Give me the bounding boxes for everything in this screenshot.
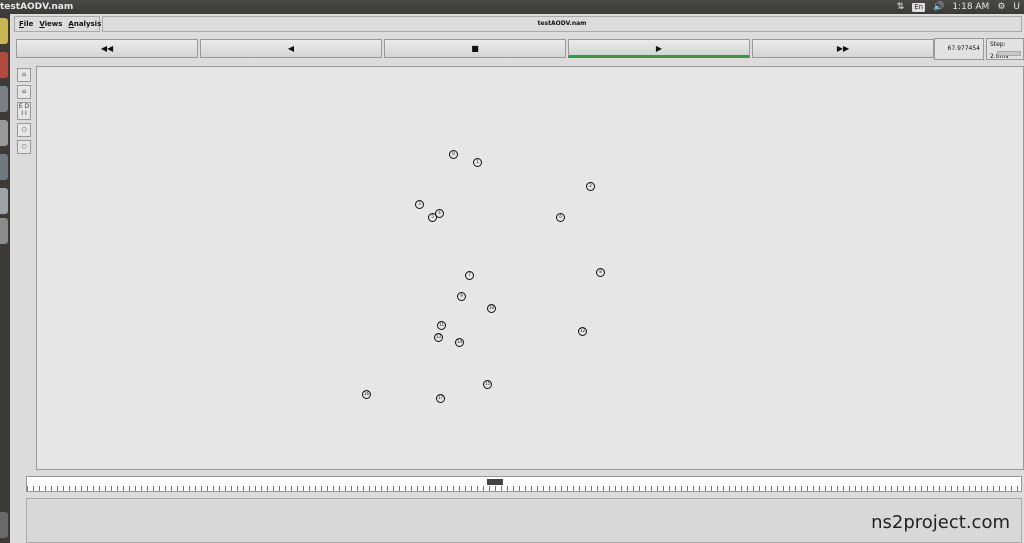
keyboard-layout-indicator[interactable]: En (912, 2, 926, 12)
back-button[interactable]: ◀ (200, 39, 382, 58)
volume-icon[interactable]: 🔊 (933, 0, 944, 14)
launcher-app-icon[interactable] (0, 52, 8, 78)
time-readout: 67.977454 (934, 38, 984, 60)
network-node[interactable]: 11 (437, 321, 446, 330)
launcher-app-icon[interactable] (0, 188, 8, 214)
step-slider[interactable] (997, 51, 1021, 56)
launcher-app-icon[interactable] (0, 18, 8, 44)
launcher-app-icon[interactable] (0, 218, 8, 244)
timeline-slider[interactable] (26, 476, 1022, 492)
circle-tool-icon[interactable]: ○ (17, 123, 31, 137)
window-title: testAODV.nam (0, 2, 74, 12)
fast-forward-button[interactable]: ▶▶ (752, 39, 934, 58)
step-control[interactable]: Step: 2.0ms (986, 38, 1024, 60)
network-canvas[interactable]: 0 1 2 3 4 5 6 7 8 9 10 11 12 13 14 15 16… (36, 66, 1024, 470)
network-node[interactable]: 6 (556, 213, 565, 222)
user-menu[interactable]: U (1013, 0, 1020, 14)
edit-tool[interactable]: E DI I (17, 102, 31, 120)
tool-column: ⌂ ⌂ E DI I ○ ○ (16, 68, 32, 468)
stop-button[interactable]: ■ (384, 39, 566, 58)
menu-analysis[interactable]: Analysis (68, 20, 101, 28)
network-node[interactable]: 8 (596, 268, 605, 277)
circle-tool-icon[interactable]: ○ (17, 140, 31, 154)
nam-window: File Views Analysis testAODV.nam ◀◀ ◀ ■ … (12, 14, 1024, 543)
launcher-bar (0, 14, 10, 543)
settings-gear-icon[interactable]: ⚙ (997, 0, 1005, 14)
rewind-button[interactable]: ◀◀ (16, 39, 198, 58)
network-node[interactable]: 17 (436, 394, 445, 403)
network-node[interactable]: 1 (473, 158, 482, 167)
network-node[interactable]: 10 (487, 304, 496, 313)
play-button[interactable]: ▶ (568, 39, 750, 58)
network-node[interactable]: 0 (449, 150, 458, 159)
network-node[interactable]: 15 (483, 380, 492, 389)
network-node[interactable]: 16 (362, 390, 371, 399)
clock[interactable]: 1:18 AM (952, 0, 989, 14)
menu-file[interactable]: File (19, 20, 33, 28)
network-node[interactable]: 7 (465, 271, 474, 280)
menu-bar: File Views Analysis (14, 16, 101, 32)
timeline-marker[interactable] (487, 479, 503, 485)
network-node[interactable]: 14 (455, 338, 464, 347)
launcher-app-icon[interactable] (0, 154, 8, 180)
launcher-app-icon[interactable] (0, 120, 8, 146)
zoom-out-icon[interactable]: ⌂ (17, 85, 31, 99)
system-tray: ⇅ En 🔊 1:18 AM ⚙ U (897, 0, 1020, 14)
menu-views[interactable]: Views (39, 20, 62, 28)
launcher-app-icon[interactable] (0, 86, 8, 112)
network-node[interactable]: 3 (415, 200, 424, 209)
network-node[interactable]: 13 (434, 333, 443, 342)
system-top-bar: testAODV.nam ⇅ En 🔊 1:18 AM ⚙ U (0, 0, 1024, 14)
network-node[interactable]: 2 (586, 182, 595, 191)
network-node[interactable]: 5 (428, 213, 437, 222)
launcher-app-icon[interactable] (0, 512, 8, 538)
watermark: ns2project.com (871, 512, 1010, 533)
network-node[interactable]: 9 (457, 292, 466, 301)
network-node[interactable]: 12 (578, 327, 587, 336)
playback-controls: ◀◀ ◀ ■ ▶ ▶▶ (16, 39, 936, 59)
zoom-in-icon[interactable]: ⌂ (17, 68, 31, 82)
network-icon[interactable]: ⇅ (897, 0, 905, 14)
trace-file-title: testAODV.nam (102, 16, 1022, 32)
